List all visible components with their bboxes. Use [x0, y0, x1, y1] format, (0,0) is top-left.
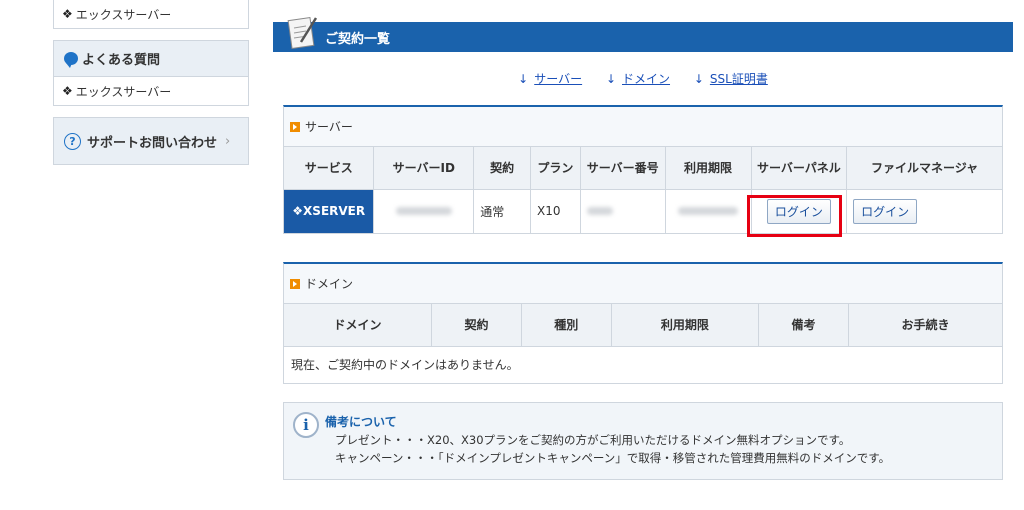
notes-box: i 備考について プレゼント・・・X20、X30プランをご契約の方がご利用いただ… — [283, 402, 1003, 480]
sidebar-link-faq-xserver[interactable]: ❖ エックスサーバー — [54, 77, 248, 105]
server-panel-cell: ログイン — [751, 189, 848, 233]
empty-message: 現在、ご契約中のドメインはありません。 — [291, 358, 519, 373]
col-header: サーバーID — [373, 147, 475, 190]
file-manager-login-button[interactable]: ログイン — [853, 198, 918, 224]
diamond-icon: ❖ — [292, 204, 304, 219]
anchor-nav: ↓ サーバー ↓ ドメイン ↓ SSL証明書 — [273, 70, 1013, 87]
info-icon: i — [293, 412, 319, 438]
diamond-icon: ❖ — [62, 84, 73, 98]
sidebar-link-label: エックスサーバー — [75, 84, 172, 99]
col-header: 備考 — [758, 304, 849, 347]
page-title-bar: ご契約一覧 — [273, 17, 1013, 52]
notes-title: 備考について — [325, 415, 397, 429]
server-panel: サーバー サービス サーバーID 契約 プラン サーバー番号 利用期限 サーバー… — [283, 105, 1003, 234]
col-header: ファイルマネージャ — [846, 147, 1002, 190]
server-panel-login-button[interactable]: ログイン — [766, 198, 831, 224]
server-panel-header: サーバー — [284, 107, 1002, 147]
anchor-ssl-link[interactable]: ↓ SSL証明書 — [694, 72, 768, 86]
play-marker-icon — [290, 278, 300, 289]
anchor-label: SSL証明書 — [709, 72, 768, 86]
arrow-down-icon: ↓ — [605, 72, 616, 86]
question-icon: ? — [64, 132, 81, 150]
main-content: ご契約一覧 ↓ サーバー ↓ ドメイン ↓ SSL証明書 サーバー サービス サーバー… — [273, 17, 1013, 480]
sidebar-box-manual: ❖ エックスサーバー — [53, 0, 249, 29]
faq-title: よくある質問 — [82, 53, 161, 68]
domain-panel-header: ドメイン — [284, 264, 1002, 304]
service-name: XSERVER — [303, 204, 366, 219]
anchor-label: ドメイン — [622, 72, 671, 86]
redacted-value — [678, 207, 739, 216]
server-table-header: サービス サーバーID 契約 プラン サーバー番号 利用期限 サーバーパネル フ… — [284, 147, 1002, 190]
domain-table: ドメイン 契約 種別 利用期限 備考 お手続き 現在、ご契約中のドメインはありま… — [284, 304, 1002, 383]
server-number-cell — [580, 189, 666, 233]
sidebar-box-faq: よくある質問 ❖ エックスサーバー — [53, 40, 249, 106]
col-header: サービス — [284, 147, 375, 190]
redacted-value — [586, 207, 613, 216]
col-header: 契約 — [431, 304, 522, 347]
server-id-cell — [373, 189, 475, 233]
col-header: プラン — [530, 147, 581, 190]
col-header: 契約 — [473, 147, 531, 190]
domain-panel-title: ドメイン — [305, 277, 354, 291]
file-manager-cell: ログイン — [847, 189, 1002, 233]
plan-cell: X10 — [530, 189, 581, 233]
arrow-down-icon: ↓ — [518, 72, 529, 86]
support-label: サポートお問い合わせ — [87, 135, 218, 151]
table-row: ❖XSERVER 通常 X10 ログイン ログイン — [284, 189, 1002, 233]
anchor-label: サーバー — [534, 72, 583, 86]
support-contact-button[interactable]: ? サポートお問い合わせ › — [53, 117, 249, 165]
domain-panel: ドメイン ドメイン 契約 種別 利用期限 備考 お手続き 現在、ご契約中のドメイ… — [283, 262, 1003, 384]
col-header: ドメイン — [284, 304, 433, 347]
col-header: 利用期限 — [611, 304, 760, 347]
table-row: 現在、ご契約中のドメインはありません。 — [284, 346, 1002, 383]
sidebar: ❖ エックスサーバー よくある質問 ❖ エックスサーバー ? サポートお問い合わ… — [53, 0, 249, 165]
diamond-icon: ❖ — [62, 7, 73, 21]
server-panel-title: サーバー — [305, 120, 353, 134]
note-line: プレゼント・・・X20、X30プランをご契約の方がご利用いただけるドメイン無料オ… — [335, 433, 851, 447]
expiry-cell — [665, 189, 752, 233]
arrow-down-icon: ↓ — [693, 72, 704, 86]
chevron-right-icon: › — [225, 133, 231, 149]
play-marker-icon — [290, 121, 300, 132]
anchor-domain-link[interactable]: ↓ ドメイン — [606, 72, 670, 86]
sidebar-link-label: エックスサーバー — [75, 7, 172, 22]
col-header: 種別 — [521, 304, 612, 347]
redacted-value — [395, 207, 452, 216]
col-header: サーバーパネル — [751, 147, 848, 190]
anchor-server-link[interactable]: ↓ サーバー — [518, 72, 582, 86]
page-title: ご契約一覧 — [325, 31, 391, 47]
col-header: サーバー番号 — [580, 147, 666, 190]
xserver-logo: ❖XSERVER — [284, 189, 375, 233]
col-header: お手続き — [848, 304, 1002, 347]
sidebar-link-xserver-top[interactable]: ❖ エックスサーバー — [54, 0, 248, 28]
contract-cell: 通常 — [473, 189, 531, 233]
server-table: サービス サーバーID 契約 プラン サーバー番号 利用期限 サーバーパネル フ… — [284, 147, 1002, 233]
note-line: キャンペーン・・・「ドメインプレゼントキャンペーン」で取得・移管された管理費用無… — [335, 451, 891, 465]
domain-table-header: ドメイン 契約 種別 利用期限 備考 お手続き — [284, 304, 1002, 347]
col-header: 利用期限 — [665, 147, 752, 190]
document-pen-icon — [287, 17, 318, 49]
speech-bubble-icon — [64, 52, 78, 68]
faq-heading: よくある質問 — [54, 41, 248, 77]
